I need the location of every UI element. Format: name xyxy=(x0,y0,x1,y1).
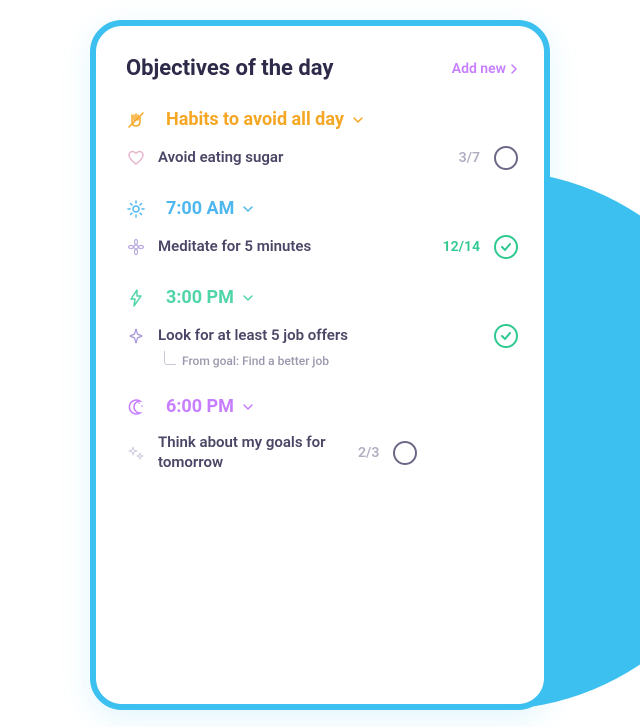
add-new-button[interactable]: Add new xyxy=(452,61,518,77)
sun-icon xyxy=(126,199,146,219)
sparkles-icon xyxy=(126,444,146,462)
chevron-down-icon xyxy=(242,294,254,302)
item-text-meditate: Meditate for 5 minutes xyxy=(158,237,443,257)
status-toggle-jobs[interactable] xyxy=(494,324,518,348)
chevron-down-icon xyxy=(242,205,254,213)
page-title: Objectives of the day xyxy=(126,56,333,81)
flower-icon xyxy=(126,238,146,256)
chevron-down-icon xyxy=(352,116,364,124)
heart-icon xyxy=(126,149,146,167)
chevron-down-icon xyxy=(242,403,254,411)
section-header-afternoon[interactable]: 3:00 PM xyxy=(126,287,518,308)
section-title-morning: 7:00 AM xyxy=(166,198,234,219)
item-jobs: Look for at least 5 job offers xyxy=(126,324,518,348)
status-toggle-sugar[interactable] xyxy=(494,146,518,170)
moon-icon xyxy=(126,397,146,417)
section-title-evening: 6:00 PM xyxy=(166,396,234,417)
status-toggle-goals[interactable] xyxy=(393,441,417,465)
goal-text-jobs: From goal: Find a better job xyxy=(182,354,329,368)
item-count-sugar: 3/7 xyxy=(459,150,480,166)
item-sugar: Avoid eating sugar 3/7 xyxy=(126,146,518,170)
item-text-sugar: Avoid eating sugar xyxy=(158,148,459,168)
check-icon xyxy=(499,240,513,254)
section-title-avoid: Habits to avoid all day xyxy=(166,109,344,130)
section-title-afternoon: 3:00 PM xyxy=(166,287,234,308)
item-meditate: Meditate for 5 minutes 12/14 xyxy=(126,235,518,259)
item-goals: Think about my goals for tomorrow 2/3 xyxy=(126,433,518,472)
goal-note-jobs: From goal: Find a better job xyxy=(164,354,518,368)
chevron-right-icon xyxy=(510,64,518,74)
item-count-meditate: 12/14 xyxy=(443,239,480,255)
device-frame: Objectives of the day Add new Habits to … xyxy=(90,20,550,710)
bolt-icon xyxy=(126,288,146,308)
sparkle-icon xyxy=(126,327,146,345)
section-header-morning[interactable]: 7:00 AM xyxy=(126,198,518,219)
item-count-goals: 2/3 xyxy=(358,445,379,461)
status-toggle-meditate[interactable] xyxy=(494,235,518,259)
item-text-goals: Think about my goals for tomorrow xyxy=(158,433,358,472)
section-header-evening[interactable]: 6:00 PM xyxy=(126,396,518,417)
add-new-label: Add new xyxy=(452,61,506,77)
check-icon xyxy=(499,329,513,343)
section-header-avoid[interactable]: Habits to avoid all day xyxy=(126,109,518,130)
connector-icon xyxy=(164,351,176,365)
no-hand-icon xyxy=(126,110,146,130)
item-text-jobs: Look for at least 5 job offers xyxy=(158,326,494,346)
